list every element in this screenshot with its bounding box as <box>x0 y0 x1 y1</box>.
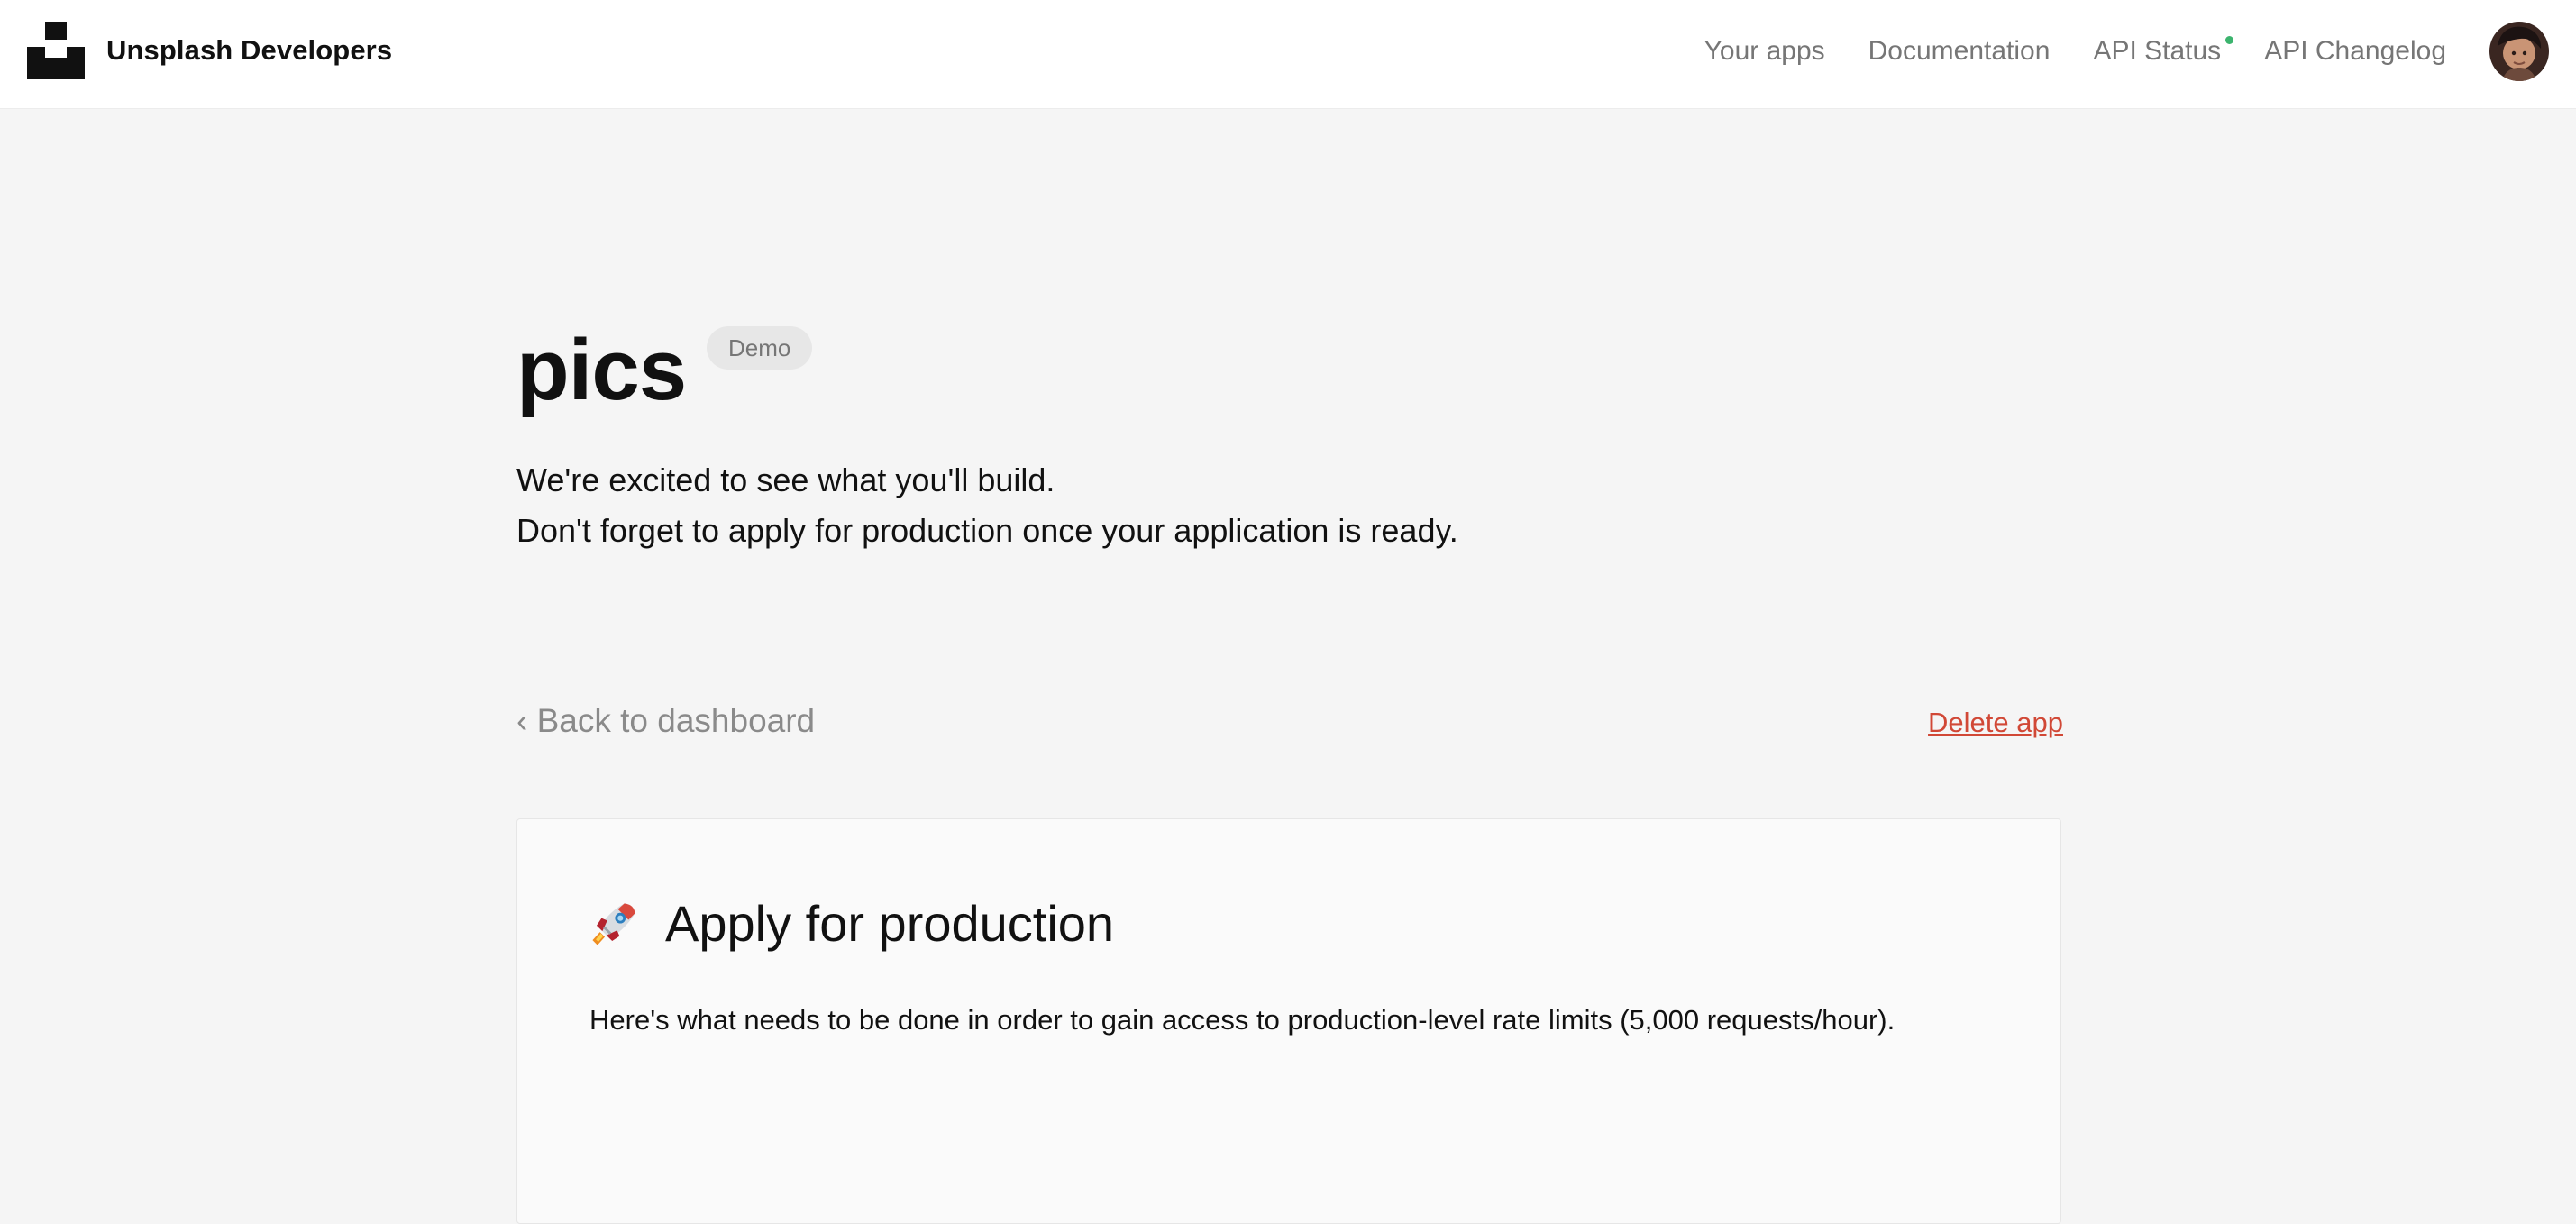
application-intro: We're excited to see what you'll build. … <box>516 455 2063 556</box>
nav-api-status-label: API Status <box>2093 36 2222 66</box>
nav-documentation-link[interactable]: Documentation <box>1868 21 2051 82</box>
back-to-dashboard-link[interactable]: ‹ Back to dashboard <box>516 696 815 746</box>
application-content: pics Demo We're excited to see what you'… <box>516 109 2063 1224</box>
unsplash-logo-icon <box>27 22 85 79</box>
application-name: pics <box>516 322 687 418</box>
production-card-title: Apply for production <box>665 895 1115 952</box>
delete-app-link[interactable]: Delete app <box>1928 698 2063 748</box>
main-navigation: Your apps Documentation API Status API C… <box>1704 21 2549 82</box>
rocket-icon <box>592 903 635 945</box>
production-card-heading: Apply for production <box>588 888 1114 960</box>
nav-api-status-link[interactable]: API Status <box>2093 21 2234 82</box>
api-status-indicator <box>2225 36 2234 44</box>
demo-status-badge: Demo <box>707 326 813 370</box>
nav-your-apps-link[interactable]: Your apps <box>1704 21 1825 82</box>
user-avatar[interactable] <box>2489 22 2549 81</box>
brand-link[interactable]: Unsplash Developers <box>27 22 392 79</box>
application-actions: ‹ Back to dashboard Delete app <box>516 696 2063 750</box>
user-avatar-icon <box>2489 22 2549 81</box>
top-navigation: Unsplash Developers Your apps Documentat… <box>0 0 2576 109</box>
application-title-row: pics Demo <box>516 316 2063 425</box>
production-card-description: Here's what needs to be done in order to… <box>589 1004 1895 1036</box>
apply-for-production-card: Apply for production Here's what needs t… <box>516 818 2061 1224</box>
nav-api-changelog-link[interactable]: API Changelog <box>2264 21 2446 82</box>
brand-name: Unsplash Developers <box>106 34 393 66</box>
intro-message-line-1: We're excited to see what you'll build. <box>516 461 1055 498</box>
intro-message-line-2: Don't forget to apply for production onc… <box>516 512 1458 549</box>
